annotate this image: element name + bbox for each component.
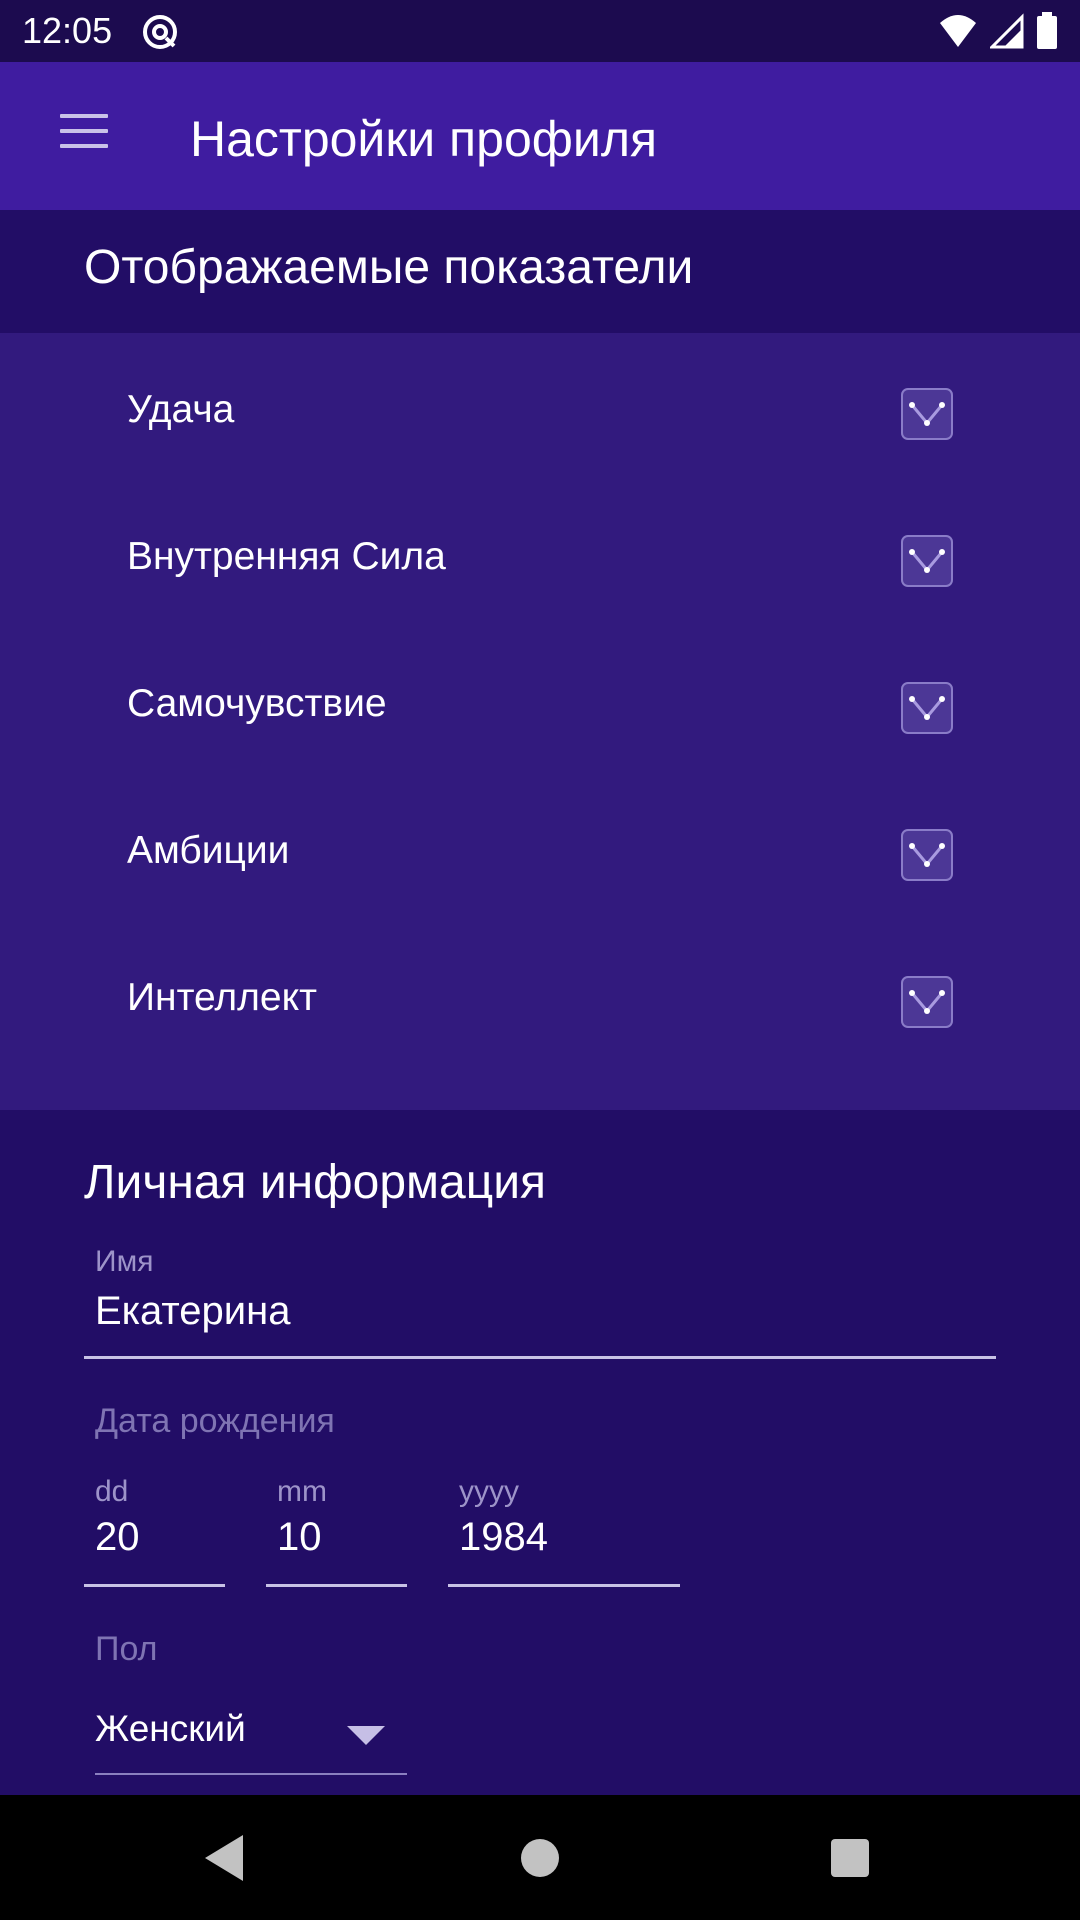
indicator-row-intellect[interactable]: Интеллект (0, 934, 1080, 1081)
name-field-underline (84, 1356, 996, 1359)
app-bar: Настройки профиля (0, 62, 1080, 210)
indicator-label: Амбиции (127, 829, 290, 872)
checkbox-checked-icon[interactable] (900, 534, 954, 588)
status-time: 12:05 (22, 10, 113, 51)
dropdown-arrow-icon (347, 1726, 385, 1745)
indicator-row-ambitions[interactable]: Амбиции (0, 787, 1080, 934)
battery-icon (1037, 12, 1057, 49)
year-value: 1984 (459, 1515, 548, 1559)
name-field-label: Имя (95, 1245, 154, 1278)
gender-dropdown[interactable]: Женский (95, 1690, 407, 1775)
month-label: mm (277, 1475, 327, 1508)
name-field-value: Екатерина (95, 1289, 291, 1333)
birth-month-field[interactable]: mm 10 (266, 1475, 407, 1590)
checkbox-checked-icon[interactable] (900, 681, 954, 735)
cell-signal-icon (990, 13, 1024, 49)
indicators-section-title: Отображаемые показатели (84, 241, 694, 294)
page-title: Настройки профиля (190, 111, 658, 167)
month-value: 10 (277, 1515, 322, 1559)
year-underline (448, 1584, 680, 1587)
status-bar: 12:05 (0, 0, 1080, 62)
day-value: 20 (95, 1515, 140, 1559)
home-circle-icon[interactable] (480, 1795, 600, 1920)
back-triangle-icon[interactable] (165, 1795, 285, 1920)
system-nav-bar (0, 1795, 1080, 1920)
birthdate-label: Дата рождения (95, 1402, 335, 1440)
indicator-row-inner-strength[interactable]: Внутренняя Сила (0, 493, 1080, 640)
name-field[interactable]: Имя Екатерина (84, 1245, 996, 1360)
checkbox-checked-icon[interactable] (900, 387, 954, 441)
indicators-header: Отображаемые показатели (0, 210, 1080, 333)
status-icons (938, 12, 1058, 50)
at-sign-icon (143, 15, 177, 49)
indicator-label: Внутренняя Сила (127, 535, 446, 578)
indicator-label: Самочувствие (127, 682, 387, 725)
recents-square-icon[interactable] (790, 1795, 910, 1920)
month-underline (266, 1584, 407, 1587)
checkbox-checked-icon[interactable] (900, 828, 954, 882)
day-label: dd (95, 1475, 129, 1508)
gender-label: Пол (95, 1630, 158, 1668)
gender-dropdown-value: Женский (95, 1708, 246, 1749)
indicators-list: Удача Внутренняя Сила Самочувствие Амбиц… (0, 333, 1080, 1110)
birth-year-field[interactable]: yyyy 1984 (448, 1475, 680, 1590)
indicator-label: Удача (127, 388, 235, 431)
indicator-label: Интеллект (127, 976, 317, 1019)
indicator-row-wellbeing[interactable]: Самочувствие (0, 640, 1080, 787)
indicator-row-luck[interactable]: Удача (0, 346, 1080, 493)
personal-section-title: Личная информация (84, 1156, 547, 1209)
birth-day-field[interactable]: dd 20 (84, 1475, 225, 1590)
checkbox-checked-icon[interactable] (900, 975, 954, 1029)
day-underline (84, 1584, 225, 1587)
gender-dropdown-underline (95, 1773, 407, 1775)
hamburger-menu-icon[interactable] (60, 114, 108, 158)
wifi-icon (940, 15, 976, 47)
year-label: yyyy (459, 1475, 519, 1508)
